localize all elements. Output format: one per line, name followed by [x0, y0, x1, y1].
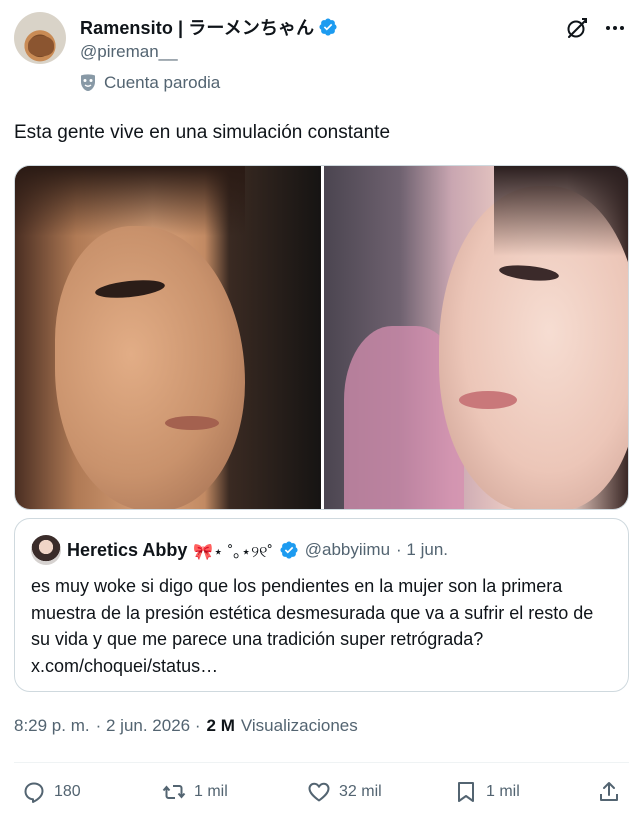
tweet-text: Esta gente vive en una simulación consta…	[14, 122, 391, 143]
author-avatar[interactable]	[14, 12, 66, 64]
repost-button[interactable]: 1 mil	[162, 780, 228, 804]
author-display-name[interactable]: Ramensito | ラーメンちゃん	[80, 14, 314, 40]
author-name-row: Ramensito | ラーメンちゃん	[80, 14, 338, 40]
quoted-avatar	[31, 535, 61, 565]
parody-label-text: Cuenta parodia	[104, 73, 221, 92]
views-label: Visualizaciones	[240, 716, 358, 735]
reply-icon	[24, 782, 44, 803]
quoted-handle: @abbyiimu	[304, 540, 391, 559]
media-image-right[interactable]	[324, 166, 628, 509]
share-icon	[600, 782, 618, 801]
tweet-time[interactable]: 8:29 p. m.	[14, 716, 90, 736]
repost-count: 1 mil	[194, 783, 228, 800]
action-bar: 180 1 mil 32 mil 1 mil	[14, 780, 629, 810]
tweet-meta: 8:29 p. m. · 2 jun. 2026 · 2 M Visualiza…	[14, 716, 358, 736]
divider-line	[14, 762, 629, 763]
media-image-left[interactable]	[15, 166, 321, 509]
parody-mask-icon	[81, 74, 95, 91]
bookmark-icon	[458, 782, 474, 802]
bookmark-count: 1 mil	[486, 783, 520, 800]
image-lips-shape	[459, 391, 517, 409]
heart-icon	[308, 782, 330, 802]
bookmark-button[interactable]: 1 mil	[454, 780, 520, 804]
grok-icon[interactable]	[565, 16, 589, 40]
parody-label: Cuenta parodia	[80, 73, 220, 93]
quoted-tweet[interactable]: Heretics Abby 🎀⋆ ˚｡⋆୨୧˚ @abbyiimu · 1 ju…	[14, 518, 629, 692]
quoted-display-name: Heretics Abby	[67, 539, 188, 560]
share-button[interactable]	[597, 780, 621, 804]
quoted-name-decoration: 🎀⋆ ˚｡⋆୨୧˚	[193, 544, 273, 561]
tweet-media[interactable]	[14, 165, 629, 510]
verified-badge-icon	[319, 18, 337, 36]
quoted-text: es muy woke si digo que los pendientes e…	[31, 576, 594, 676]
quoted-date: · 1 jun.	[396, 540, 449, 559]
views-count: 2 M	[206, 716, 235, 735]
verified-badge-icon	[280, 541, 298, 559]
image-lips-shape	[165, 416, 219, 430]
reply-button[interactable]: 180	[22, 780, 81, 804]
image-hair-shape	[494, 166, 628, 256]
image-face-shape	[55, 226, 245, 509]
tweet-date[interactable]: · 2 jun. 2026 ·	[96, 716, 201, 736]
repost-icon	[162, 785, 186, 799]
more-options-icon[interactable]	[603, 16, 627, 40]
tweet-header: Ramensito | ラーメンちゃん @pireman__ Cuenta pa…	[14, 12, 629, 102]
like-count: 32 mil	[339, 783, 382, 800]
like-button[interactable]: 32 mil	[307, 780, 382, 804]
author-handle[interactable]: @pireman__	[80, 42, 178, 62]
reply-count: 180	[54, 783, 81, 800]
quoted-header: Heretics Abby 🎀⋆ ˚｡⋆୨୧˚ @abbyiimu · 1 ju…	[31, 535, 448, 565]
